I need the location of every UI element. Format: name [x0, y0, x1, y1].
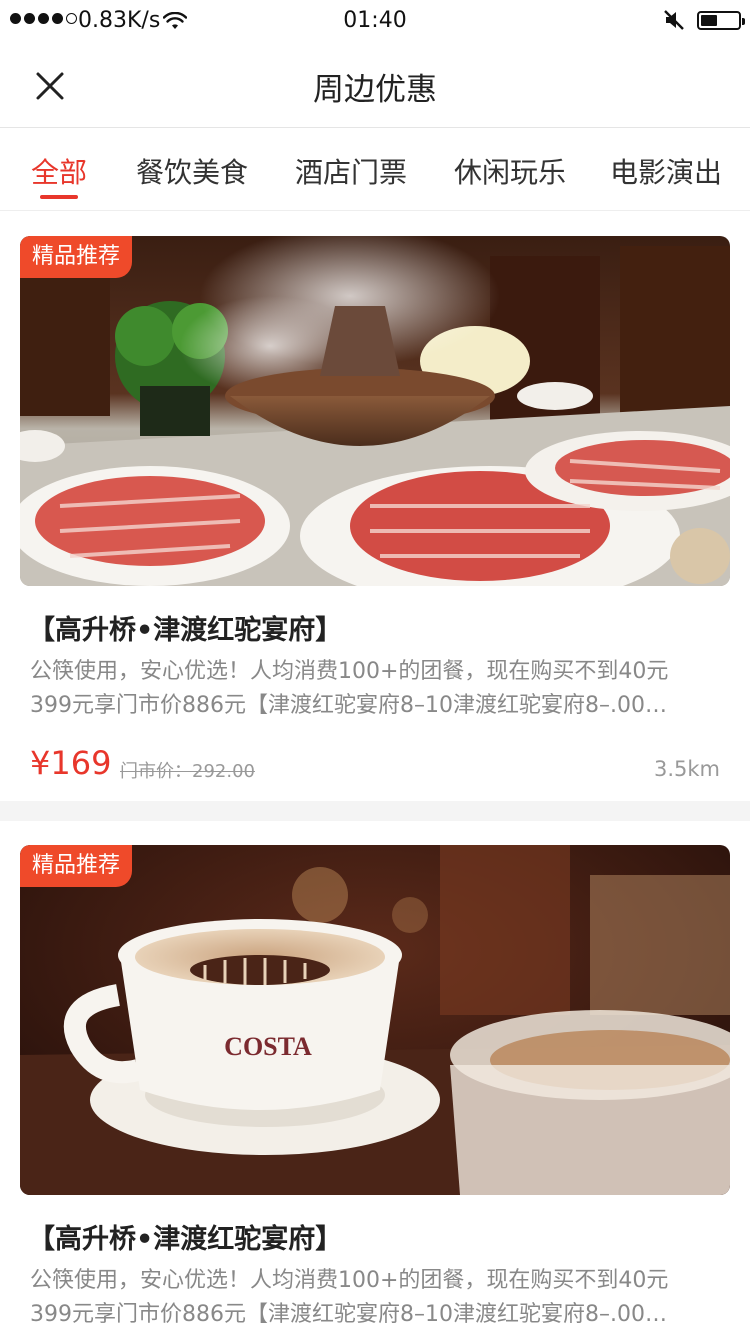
deal-description: 公筷使用，安心优选！人均消费100+的团餐，现在购买不到40元 399元享门市价…	[30, 655, 720, 723]
deal-description-line: 公筷使用，安心优选！人均消费100+的团餐，现在购买不到40元	[30, 1268, 669, 1293]
deal-description-line: 399元享门市价886元【津渡红驼宴府8–10津渡红驼宴府8–.00…	[30, 1302, 667, 1327]
featured-badge: 精品推荐	[20, 236, 133, 278]
battery-icon	[697, 11, 745, 30]
deal-card[interactable]: 精品推荐 【高升桥•津渡红驼宴府】 公筷使用，安心优选！人均消费100+的团餐，…	[0, 212, 750, 802]
deal-title[interactable]: 【高升桥•津渡红驼宴府】	[28, 608, 342, 647]
deal-card[interactable]: COSTA 精品推荐 【高升桥•津渡红驼宴府】 公筷使用，安心优选！人均消费10…	[0, 821, 750, 1334]
category-tabs: 全部 餐饮美食 酒店门票 休闲玩乐 电影演出	[0, 129, 750, 211]
hotpot-photo	[20, 236, 730, 586]
status-bar: 0.83K/s 01:40	[0, 0, 750, 44]
tab-all[interactable]: 全部	[31, 151, 87, 191]
featured-badge: 精品推荐	[20, 845, 133, 887]
card-separator	[0, 801, 750, 821]
tab-food[interactable]: 餐饮美食	[136, 151, 248, 191]
clock: 01:40	[343, 8, 407, 33]
cup-brand-logo: COSTA	[224, 1032, 312, 1061]
deal-price: ¥169	[30, 744, 112, 782]
distance: 3.5km	[653, 757, 720, 781]
tab-movies-shows[interactable]: 电影演出	[610, 151, 722, 191]
active-tab-indicator	[40, 195, 78, 199]
coffee-photo: COSTA	[20, 845, 730, 1195]
navigation-bar: 周边优惠	[0, 44, 750, 128]
deal-description: 公筷使用，安心优选！人均消费100+的团餐，现在购买不到40元 399元享门市价…	[30, 1264, 720, 1332]
deal-image-coffee[interactable]: COSTA 精品推荐	[20, 845, 730, 1195]
tab-leisure[interactable]: 休闲玩乐	[454, 151, 566, 191]
deal-title[interactable]: 【高升桥•津渡红驼宴府】	[28, 1217, 342, 1256]
page-title: 周边优惠	[313, 72, 437, 108]
mute-icon	[662, 8, 686, 38]
deal-description-line: 公筷使用，安心优选！人均消费100+的团餐，现在购买不到40元	[30, 659, 669, 684]
original-price: 门市价：292.00	[120, 761, 255, 782]
tab-hotel-tickets[interactable]: 酒店门票	[295, 151, 407, 191]
deal-description-line: 399元享门市价886元【津渡红驼宴府8–10津渡红驼宴府8–.00…	[30, 693, 667, 718]
deal-image-hotpot[interactable]: 精品推荐	[20, 236, 730, 586]
